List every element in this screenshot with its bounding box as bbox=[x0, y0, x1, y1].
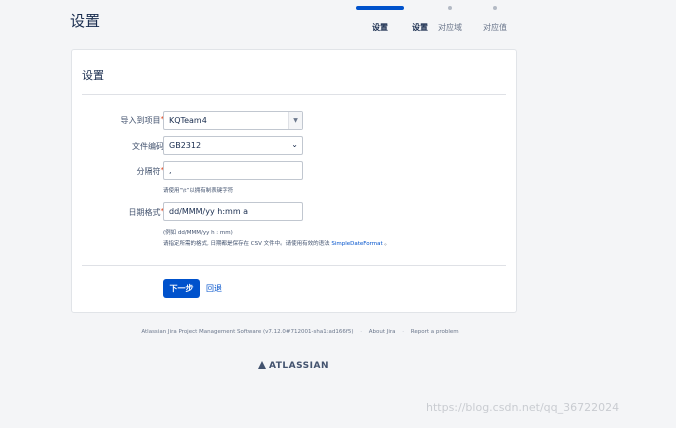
encoding-select[interactable]: GB2312 ⌄ bbox=[163, 136, 303, 155]
next-button[interactable]: 下一步 bbox=[163, 279, 200, 298]
project-label: 导入到项目* bbox=[64, 115, 165, 126]
card-title: 设置 bbox=[82, 69, 104, 82]
divider bbox=[82, 94, 506, 95]
encoding-select-value: GB2312 bbox=[169, 141, 202, 150]
divider bbox=[82, 265, 506, 266]
dropdown-arrow-icon[interactable]: ▼ bbox=[288, 112, 302, 129]
date-format-label: 日期格式* bbox=[64, 207, 165, 218]
footer-software-version: Atlassian Jira Project Management Softwa… bbox=[141, 329, 354, 335]
footer-separator: · bbox=[402, 329, 405, 335]
footer: Atlassian Jira Project Management Softwa… bbox=[0, 329, 600, 335]
delimiter-input[interactable]: , bbox=[163, 161, 303, 180]
chevron-down-icon: ⌄ bbox=[291, 140, 298, 149]
step-map-fields: 对应域 bbox=[428, 6, 472, 33]
page-title: 设置 bbox=[70, 12, 101, 30]
project-select[interactable]: KQTeam4 ▼ bbox=[163, 111, 303, 130]
about-jira-link[interactable]: About Jira bbox=[369, 329, 396, 335]
atlassian-logo-icon bbox=[258, 361, 266, 369]
encoding-label: 文件编码 bbox=[132, 142, 164, 151]
simpledateformat-link[interactable]: SimpleDateFormat bbox=[331, 241, 382, 247]
step-dot bbox=[493, 6, 497, 10]
atlassian-logo: ATLASSIAN bbox=[258, 361, 329, 371]
report-problem-link[interactable]: Report a problem bbox=[411, 329, 459, 335]
progress-stepper: 设置 设置 对应域 对应值 bbox=[348, 6, 518, 36]
step-dot bbox=[448, 6, 452, 10]
date-format-example: (例如 dd/MMM/yy h : mm) bbox=[163, 230, 233, 236]
project-select-value: KQTeam4 bbox=[169, 116, 207, 125]
settings-card: 设置 导入到项目* KQTeam4 ▼ 文件编码 GB2312 ⌄ 分隔符* ,… bbox=[71, 49, 517, 313]
step-label: 对应域 bbox=[438, 23, 462, 32]
step-settings-1: 设置 bbox=[356, 6, 404, 33]
date-format-input[interactable]: dd/MMM/yy h:mm a bbox=[163, 202, 303, 221]
step-label: 设置 bbox=[372, 23, 388, 32]
step-map-values: 对应值 bbox=[473, 6, 517, 33]
delimiter-label: 分隔符* bbox=[64, 166, 165, 177]
watermark: https://blog.csdn.net/qq_36722024 bbox=[426, 401, 620, 414]
back-link[interactable]: 回退 bbox=[206, 283, 222, 294]
step-label: 对应值 bbox=[483, 23, 507, 32]
footer-separator: · bbox=[360, 329, 362, 335]
date-format-description: 请指定所需的格式, 日期都是保存在 CSV 文件中。请使用有效的语法 Simpl… bbox=[163, 241, 390, 247]
page: 设置 设置 设置 对应域 对应值 设置 导入到项目* KQTeam4 ▼ bbox=[0, 0, 676, 428]
delimiter-hint: 请使用“\t”以拥有制表键字符 bbox=[163, 188, 234, 194]
step-progress-bar bbox=[356, 6, 404, 10]
